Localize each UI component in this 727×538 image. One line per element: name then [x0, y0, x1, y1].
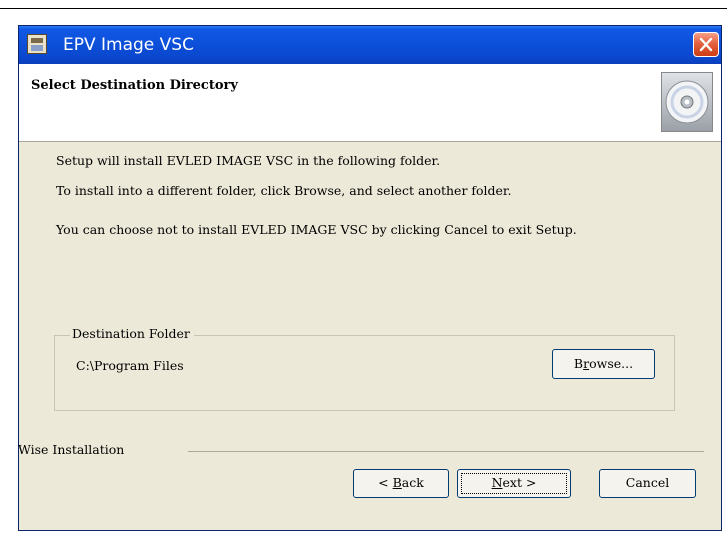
- cd-disc-icon: [665, 80, 709, 124]
- close-icon: [699, 37, 713, 52]
- header-image: [661, 72, 713, 132]
- info-text-1: Setup will install EVLED IMAGE VSC in th…: [56, 153, 441, 168]
- next-button[interactable]: Next >: [457, 469, 571, 498]
- title-bar[interactable]: EPV Image VSC: [19, 26, 721, 64]
- back-button[interactable]: < Back: [353, 469, 449, 498]
- browse-button[interactable]: Browse...: [552, 349, 655, 379]
- destination-folder-legend: Destination Folder: [70, 326, 194, 342]
- page-title: Select Destination Directory: [31, 78, 238, 93]
- close-button[interactable]: [693, 32, 719, 57]
- wise-installation-label: Wise Installation: [18, 442, 125, 457]
- top-border-line: [0, 8, 727, 9]
- header-panel: Select Destination Directory: [19, 64, 721, 142]
- info-text-2: To install into a different folder, clic…: [56, 183, 512, 198]
- info-text-3: You can choose not to install EVLED IMAG…: [56, 222, 577, 237]
- window-title: EPV Image VSC: [63, 35, 194, 55]
- setup-app-icon: [27, 34, 47, 54]
- cancel-button[interactable]: Cancel: [599, 469, 696, 498]
- footer-divider: [188, 451, 704, 452]
- destination-path: C:\Program Files: [76, 358, 184, 373]
